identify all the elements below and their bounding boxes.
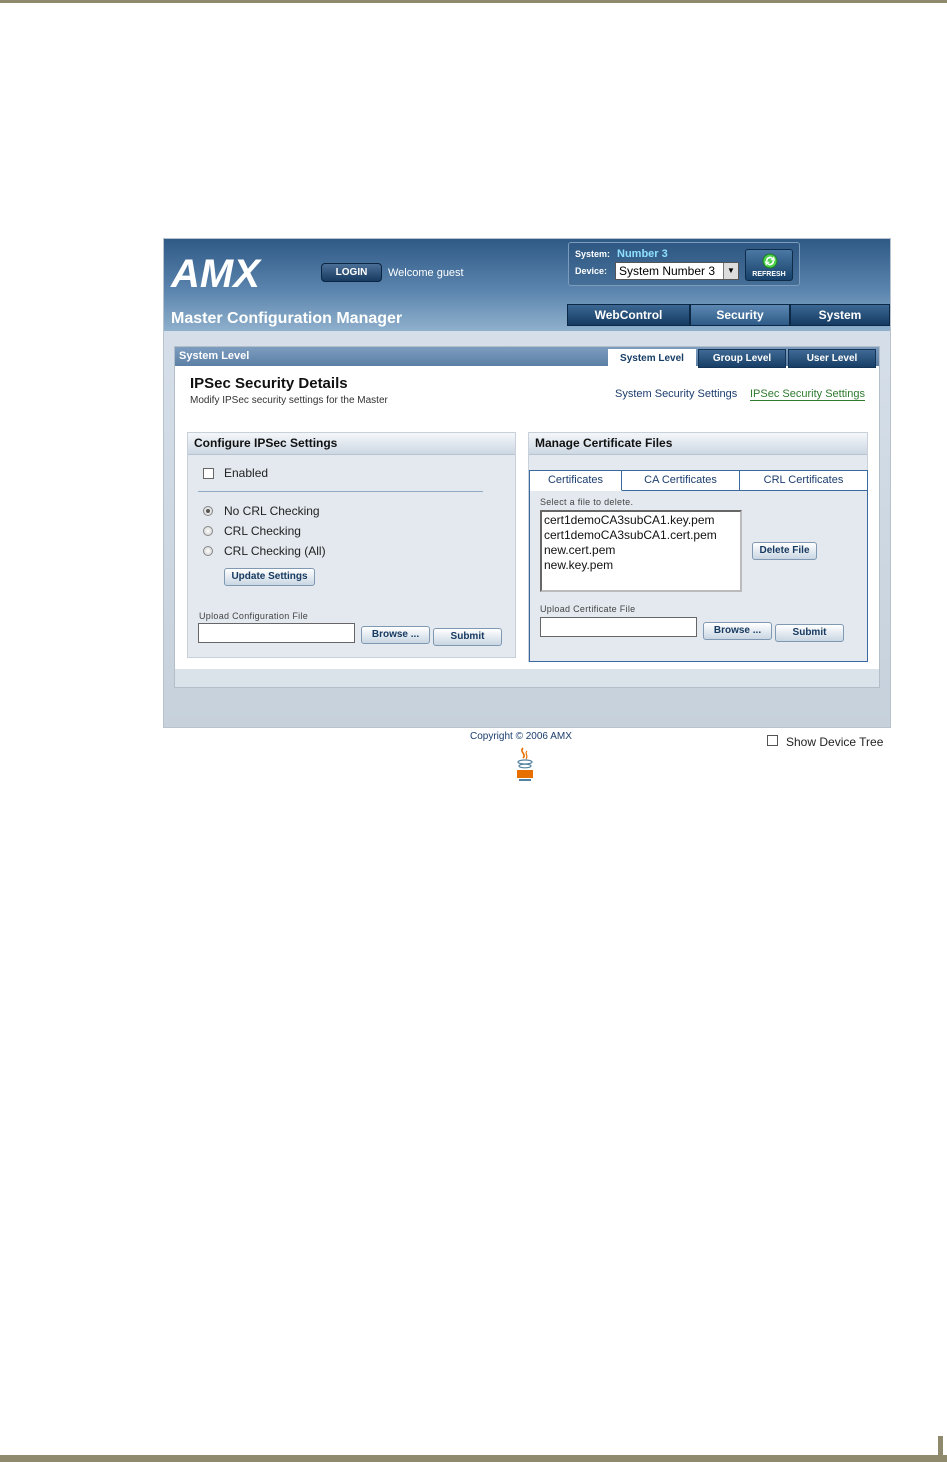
divider bbox=[198, 491, 483, 492]
system-selector: System: Number 3 Device: System Number 3… bbox=[568, 242, 800, 286]
document-page-tab bbox=[938, 1436, 943, 1455]
svg-text:AMX: AMX bbox=[170, 253, 262, 293]
upload-certificate-label: Upload Certificate File bbox=[540, 604, 636, 614]
main-nav: WebControl Security System bbox=[567, 304, 890, 326]
upload-certificate-input[interactable] bbox=[540, 617, 697, 637]
certificate-submit-button[interactable]: Submit bbox=[775, 624, 844, 642]
select-file-label: Select a file to delete. bbox=[540, 497, 634, 507]
tab-system[interactable]: System bbox=[790, 304, 890, 326]
page-title: IPSec Security Details bbox=[190, 375, 348, 392]
radio-crl-checking[interactable] bbox=[203, 526, 213, 536]
show-device-tree-label: Show Device Tree bbox=[786, 735, 884, 749]
radio-no-crl-checking[interactable] bbox=[203, 506, 213, 516]
tab-security[interactable]: Security bbox=[690, 304, 790, 326]
enabled-label: Enabled bbox=[224, 466, 269, 480]
list-item[interactable]: new.cert.pem bbox=[544, 543, 738, 558]
panel-footer-band bbox=[175, 669, 879, 687]
tab-ca-certificates[interactable]: CA Certificates bbox=[622, 471, 740, 491]
document-bottom-rule bbox=[0, 1455, 947, 1462]
certificate-browse-button[interactable]: Browse ... bbox=[703, 622, 772, 640]
system-value: Number 3 bbox=[617, 248, 668, 260]
device-dropdown[interactable]: System Number 3 ▼ bbox=[615, 262, 739, 280]
tab-webcontrol[interactable]: WebControl bbox=[567, 304, 690, 326]
system-label: System: bbox=[575, 249, 611, 259]
configure-ipsec-title: Configure IPSec Settings bbox=[188, 433, 515, 455]
document-top-rule bbox=[0, 0, 947, 3]
config-browse-button[interactable]: Browse ... bbox=[361, 626, 430, 644]
panel-bar: System Level System Level Group Level Us… bbox=[175, 347, 879, 368]
welcome-text: Welcome guest bbox=[388, 267, 464, 279]
panel-bar-title: System Level bbox=[179, 350, 250, 362]
tab-group-level[interactable]: Group Level bbox=[698, 349, 786, 368]
tab-user-level[interactable]: User Level bbox=[788, 349, 876, 368]
amx-logo: AMX bbox=[170, 253, 262, 293]
show-device-tree-checkbox[interactable] bbox=[767, 735, 778, 746]
refresh-button[interactable]: REFRESH bbox=[745, 249, 793, 281]
certificate-tabs-frame: Certificates CA Certificates CRL Certifi… bbox=[529, 470, 868, 662]
certificate-file-list[interactable]: cert1demoCA3subCA1.key.pem cert1demoCA3s… bbox=[540, 510, 742, 592]
chevron-down-icon[interactable]: ▼ bbox=[723, 263, 738, 279]
upload-config-label: Upload Configuration File bbox=[199, 611, 309, 621]
level-tabs: System Level Group Level User Level bbox=[608, 349, 878, 368]
list-item[interactable]: new.key.pem bbox=[544, 558, 738, 573]
app-header: AMX LOGIN Welcome guest System: Number 3… bbox=[164, 239, 890, 331]
radio-crl-checking-label: CRL Checking bbox=[224, 524, 301, 538]
app-title: Master Configuration Manager bbox=[171, 310, 403, 327]
tab-crl-certificates[interactable]: CRL Certificates bbox=[740, 471, 867, 491]
login-button[interactable]: LOGIN bbox=[321, 263, 382, 282]
list-item[interactable]: cert1demoCA3subCA1.cert.pem bbox=[544, 528, 738, 543]
certificate-tabs: Certificates CA Certificates CRL Certifi… bbox=[530, 471, 867, 491]
device-label: Device: bbox=[575, 266, 608, 276]
radio-crl-checking-all[interactable] bbox=[203, 546, 213, 556]
copyright-text: Copyright © 2006 AMX bbox=[470, 731, 572, 742]
content-panel: System Level System Level Group Level Us… bbox=[174, 346, 880, 688]
app-window: AMX LOGIN Welcome guest System: Number 3… bbox=[163, 238, 891, 728]
device-dropdown-value: System Number 3 bbox=[619, 264, 716, 278]
manage-certificates-title: Manage Certificate Files bbox=[529, 433, 867, 455]
tab-certificates[interactable]: Certificates bbox=[530, 471, 622, 491]
radio-no-crl-checking-label: No CRL Checking bbox=[224, 504, 320, 518]
delete-file-button[interactable]: Delete File bbox=[752, 542, 817, 560]
refresh-label: REFRESH bbox=[752, 271, 786, 278]
radio-crl-checking-all-label: CRL Checking (All) bbox=[224, 544, 326, 558]
enabled-checkbox[interactable] bbox=[203, 468, 214, 479]
tab-system-level[interactable]: System Level bbox=[608, 349, 696, 368]
config-submit-button[interactable]: Submit bbox=[433, 628, 502, 646]
link-ipsec-security-settings[interactable]: IPSec Security Settings bbox=[750, 388, 865, 401]
refresh-icon bbox=[762, 253, 778, 269]
upload-config-input[interactable] bbox=[198, 623, 355, 643]
page-subtitle: Modify IPSec security settings for the M… bbox=[190, 395, 388, 406]
java-logo-icon bbox=[517, 747, 533, 781]
update-settings-button[interactable]: Update Settings bbox=[224, 568, 315, 586]
manage-certificates-box: Manage Certificate Files Certificates CA… bbox=[528, 432, 868, 662]
link-system-security-settings[interactable]: System Security Settings bbox=[615, 388, 737, 400]
list-item[interactable]: cert1demoCA3subCA1.key.pem bbox=[544, 513, 738, 528]
configure-ipsec-box: Configure IPSec Settings Enabled No CRL … bbox=[187, 432, 516, 658]
